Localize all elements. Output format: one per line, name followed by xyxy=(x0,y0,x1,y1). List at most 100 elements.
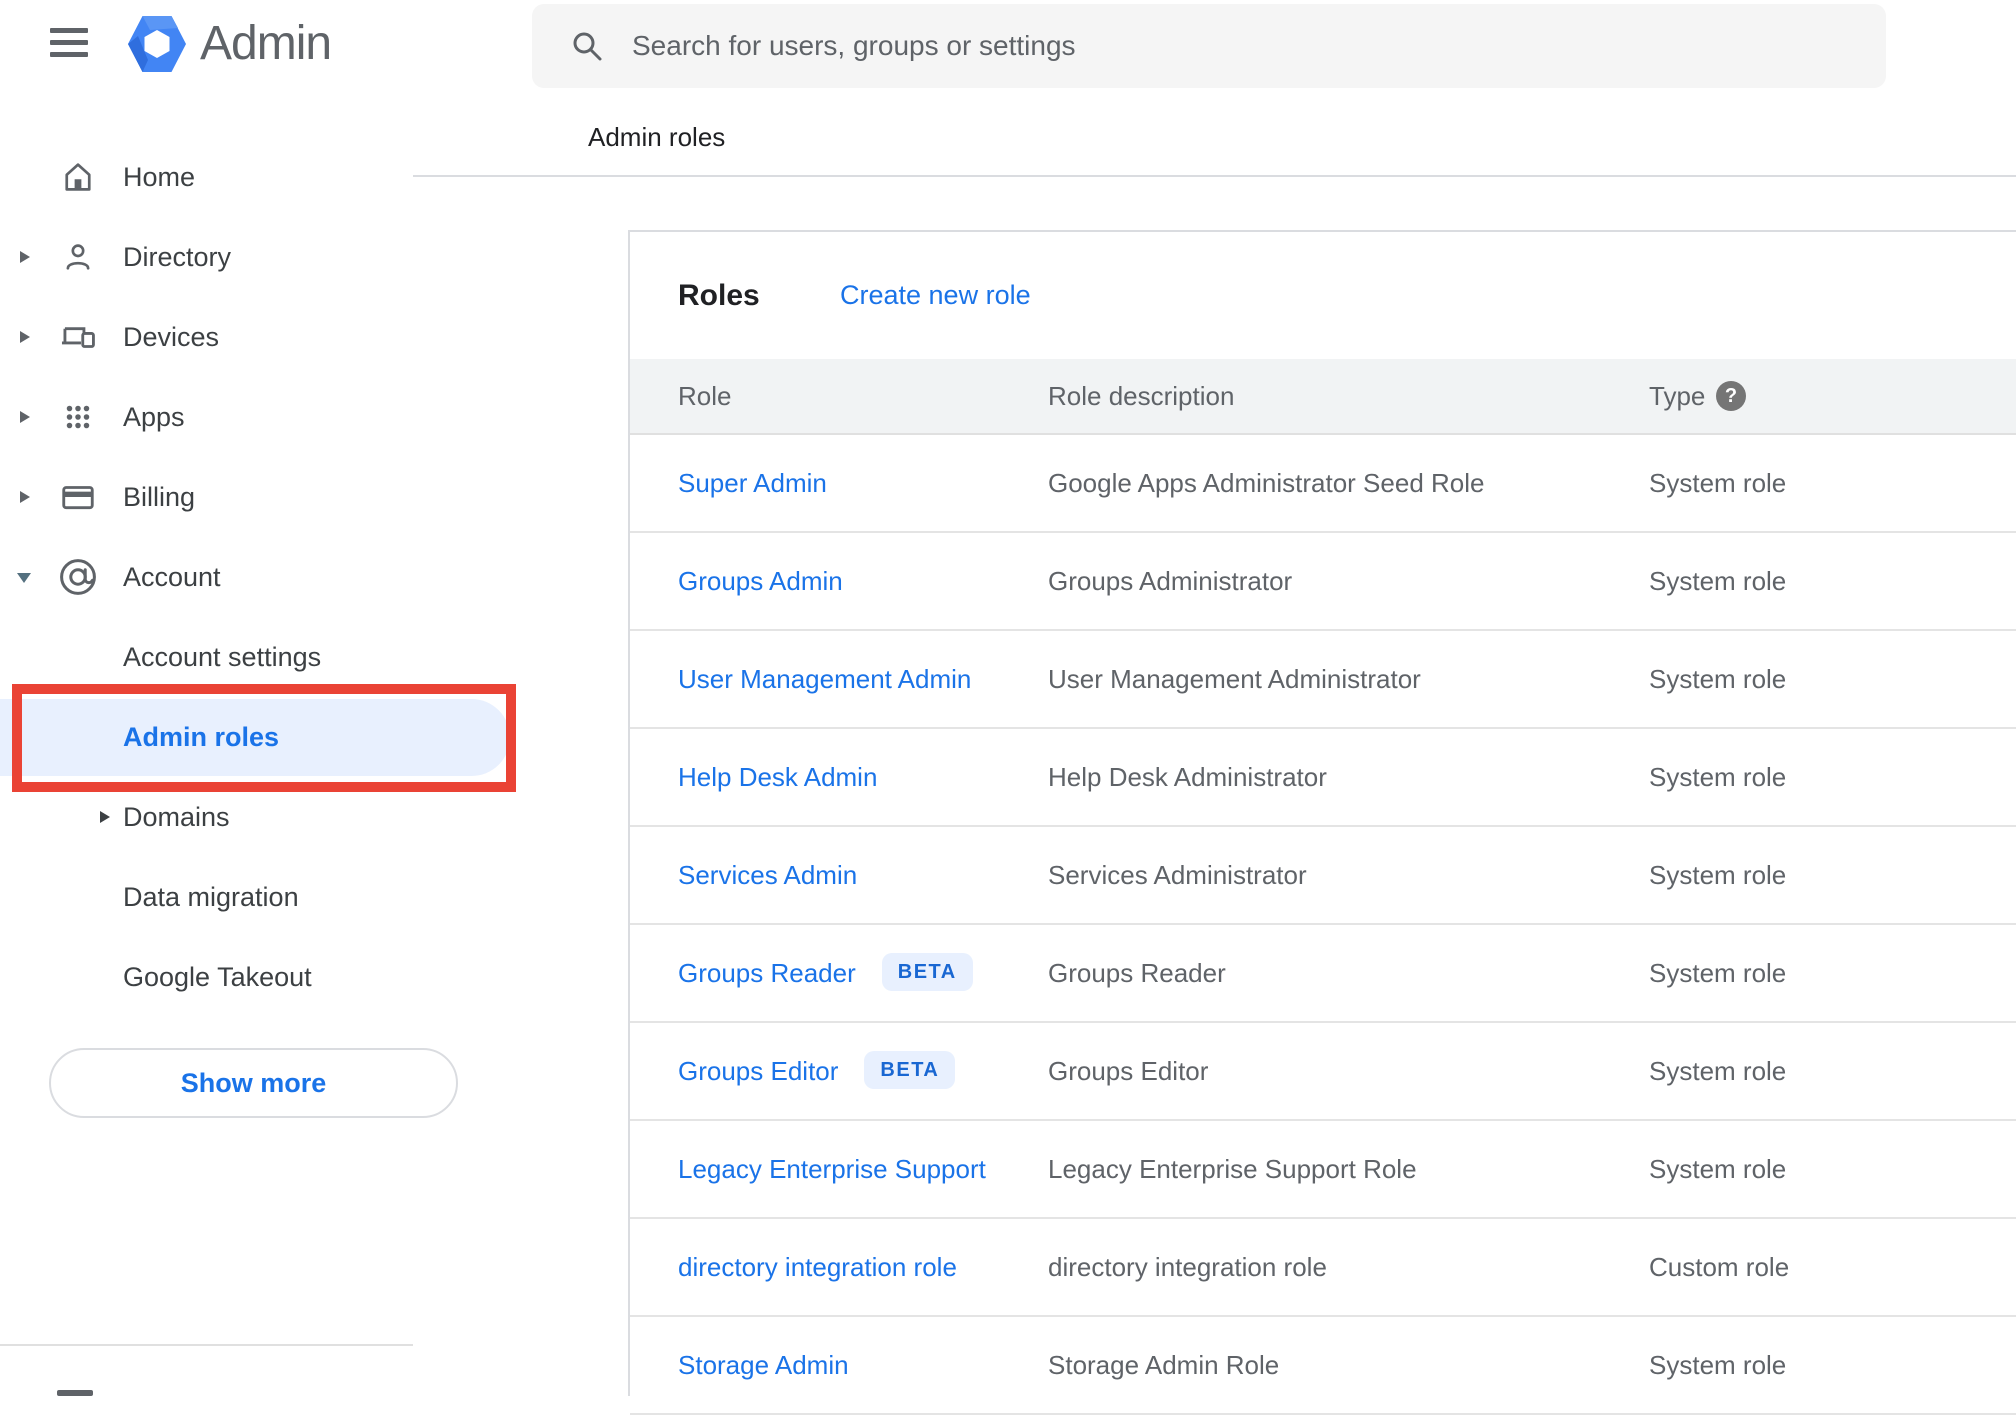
roles-panel-header: Roles Create new role xyxy=(630,232,2016,359)
chevron-down-icon[interactable] xyxy=(17,573,31,583)
sidebar: Admin Home Directory Devices Apps Billing Acc… xyxy=(0,0,516,1396)
role-link[interactable]: Services Admin xyxy=(678,860,857,890)
header-divider xyxy=(413,175,2016,177)
sidebar-item-label: Apps xyxy=(123,402,185,432)
role-type-cell: Custom role xyxy=(1649,1252,1790,1282)
sidebar-item-label: Admin roles xyxy=(123,722,280,752)
cutoff-device-icon xyxy=(57,1390,93,1396)
role-description-cell: Google Apps Administrator Seed Role xyxy=(1048,468,1485,498)
role-description-cell: Groups Reader xyxy=(1048,958,1226,988)
sidebar-item-label: Billing xyxy=(123,482,196,512)
role-link[interactable]: Groups Editor xyxy=(678,1056,838,1086)
search-icon xyxy=(573,32,602,61)
table-row: Groups Admin Groups Administrator System r… xyxy=(630,533,2016,631)
sidebar-item-label: Directory xyxy=(123,242,232,272)
role-type-cell: System role xyxy=(1649,566,1787,596)
role-link[interactable]: User Management Admin xyxy=(678,664,971,694)
sidebar-item-billing[interactable]: Billing xyxy=(0,457,413,537)
chevron-right-icon[interactable] xyxy=(20,491,30,503)
table-header-row: Role Role description Type ? xyxy=(630,359,2016,435)
admin-logo-icon xyxy=(128,16,186,72)
role-description-cell: Storage Admin Role xyxy=(1048,1350,1280,1380)
create-new-role-link[interactable]: Create new role xyxy=(840,232,1031,359)
search-input[interactable] xyxy=(630,29,1856,63)
menu-icon[interactable] xyxy=(50,28,88,57)
sidebar-item-label: Domains xyxy=(123,802,230,832)
table-row: Super Admin Google Apps Administrator See… xyxy=(630,435,2016,533)
role-description-cell: Legacy Enterprise Support Role xyxy=(1048,1154,1417,1184)
role-link[interactable]: Groups Admin xyxy=(678,566,843,596)
table-row: Legacy Enterprise Support Legacy Enterpri… xyxy=(630,1121,2016,1219)
role-type-cell: System role xyxy=(1649,762,1787,792)
chevron-right-icon[interactable] xyxy=(20,411,30,423)
chevron-right-icon[interactable] xyxy=(20,251,30,263)
sidebar-item-account-settings[interactable]: Account settings xyxy=(0,617,413,697)
role-cell: User Management Admin xyxy=(678,631,971,727)
column-header-role: Role xyxy=(678,381,732,411)
table-row: directory integration role directory inte… xyxy=(630,1219,2016,1317)
roles-panel: Roles Create new role Role Role descript… xyxy=(628,230,2016,1415)
role-link[interactable]: Storage Admin xyxy=(678,1350,849,1380)
role-description-cell: Help Desk Administrator xyxy=(1048,762,1327,792)
search-bar[interactable] xyxy=(532,4,1886,88)
devices-icon xyxy=(57,316,99,358)
table-row: Storage Admin Storage Admin Role System ro… xyxy=(630,1317,2016,1415)
role-link[interactable]: Help Desk Admin xyxy=(678,762,877,792)
column-header-description: Role description xyxy=(1048,381,1235,411)
sidebar-item-data-migration[interactable]: Data migration xyxy=(0,857,413,937)
sidebar-item-google-takeout[interactable]: Google Takeout xyxy=(0,937,413,1017)
sidebar-item-label: Data migration xyxy=(123,882,299,912)
home-icon xyxy=(57,156,99,198)
sidebar-item-label: Devices xyxy=(123,322,220,352)
sidebar-item-devices[interactable]: Devices xyxy=(0,297,413,377)
role-cell: Groups Reader BETA xyxy=(678,925,973,1021)
role-cell: Super Admin xyxy=(678,435,827,531)
role-description-cell: Groups Editor xyxy=(1048,1056,1209,1086)
show-more-button[interactable]: Show more xyxy=(49,1048,458,1118)
sidebar-item-domains[interactable]: Domains xyxy=(0,777,413,857)
role-link[interactable]: Legacy Enterprise Support xyxy=(678,1154,986,1184)
role-link[interactable]: Groups Reader xyxy=(678,958,856,988)
sidebar-item-label: Account xyxy=(123,562,221,592)
column-header-type: Type xyxy=(1649,381,1706,411)
breadcrumb: Admin roles xyxy=(588,122,726,152)
sidebar-divider xyxy=(0,1344,413,1346)
panel-title: Roles xyxy=(678,279,760,312)
role-link[interactable]: directory integration role xyxy=(678,1252,957,1282)
sidebar-item-label: Account settings xyxy=(123,642,322,672)
sidebar-item-apps[interactable]: Apps xyxy=(0,377,413,457)
card-icon xyxy=(57,476,99,518)
sidebar-item-directory[interactable]: Directory xyxy=(0,217,413,297)
table-row: Groups Editor BETA Groups Editor System rol… xyxy=(630,1023,2016,1121)
role-description-cell: directory integration role xyxy=(1048,1252,1327,1282)
help-icon[interactable]: ? xyxy=(1716,381,1746,411)
sidebar-nav: Home Directory Devices Apps Billing Account Ac… xyxy=(0,137,510,1017)
app-title: Admin xyxy=(200,17,332,70)
role-type-cell: System role xyxy=(1649,664,1787,694)
role-description-cell: Services Administrator xyxy=(1048,860,1307,890)
role-cell: Groups Admin xyxy=(678,533,843,629)
role-cell: directory integration role xyxy=(678,1219,957,1315)
table-row: Services Admin Services Administrator Syst… xyxy=(630,827,2016,925)
at-icon xyxy=(57,556,99,598)
sidebar-item-label: Google Takeout xyxy=(123,962,312,992)
sidebar-item-account[interactable]: Account xyxy=(0,537,413,617)
person-icon xyxy=(57,236,99,278)
role-cell: Legacy Enterprise Support xyxy=(678,1121,986,1217)
table-body: Super Admin Google Apps Administrator See… xyxy=(630,435,2016,1415)
sidebar-item-admin-roles[interactable]: Admin roles xyxy=(0,697,510,777)
role-type-cell: System role xyxy=(1649,860,1787,890)
role-link[interactable]: Super Admin xyxy=(678,468,827,498)
role-cell: Help Desk Admin xyxy=(678,729,877,825)
table-row: Groups Reader BETA Groups Reader System rol… xyxy=(630,925,2016,1023)
chevron-right-icon[interactable] xyxy=(20,331,30,343)
role-type-cell: System role xyxy=(1649,468,1787,498)
chevron-right-icon[interactable] xyxy=(100,811,110,823)
role-type-cell: System role xyxy=(1649,1154,1787,1184)
role-description-cell: Groups Administrator xyxy=(1048,566,1293,596)
sidebar-item-home[interactable]: Home xyxy=(0,137,413,217)
table-row: Help Desk Admin Help Desk Administrator Sy… xyxy=(630,729,2016,827)
sidebar-item-label: Home xyxy=(123,162,196,192)
role-cell: Services Admin xyxy=(678,827,857,923)
role-type-cell: System role xyxy=(1649,958,1787,988)
